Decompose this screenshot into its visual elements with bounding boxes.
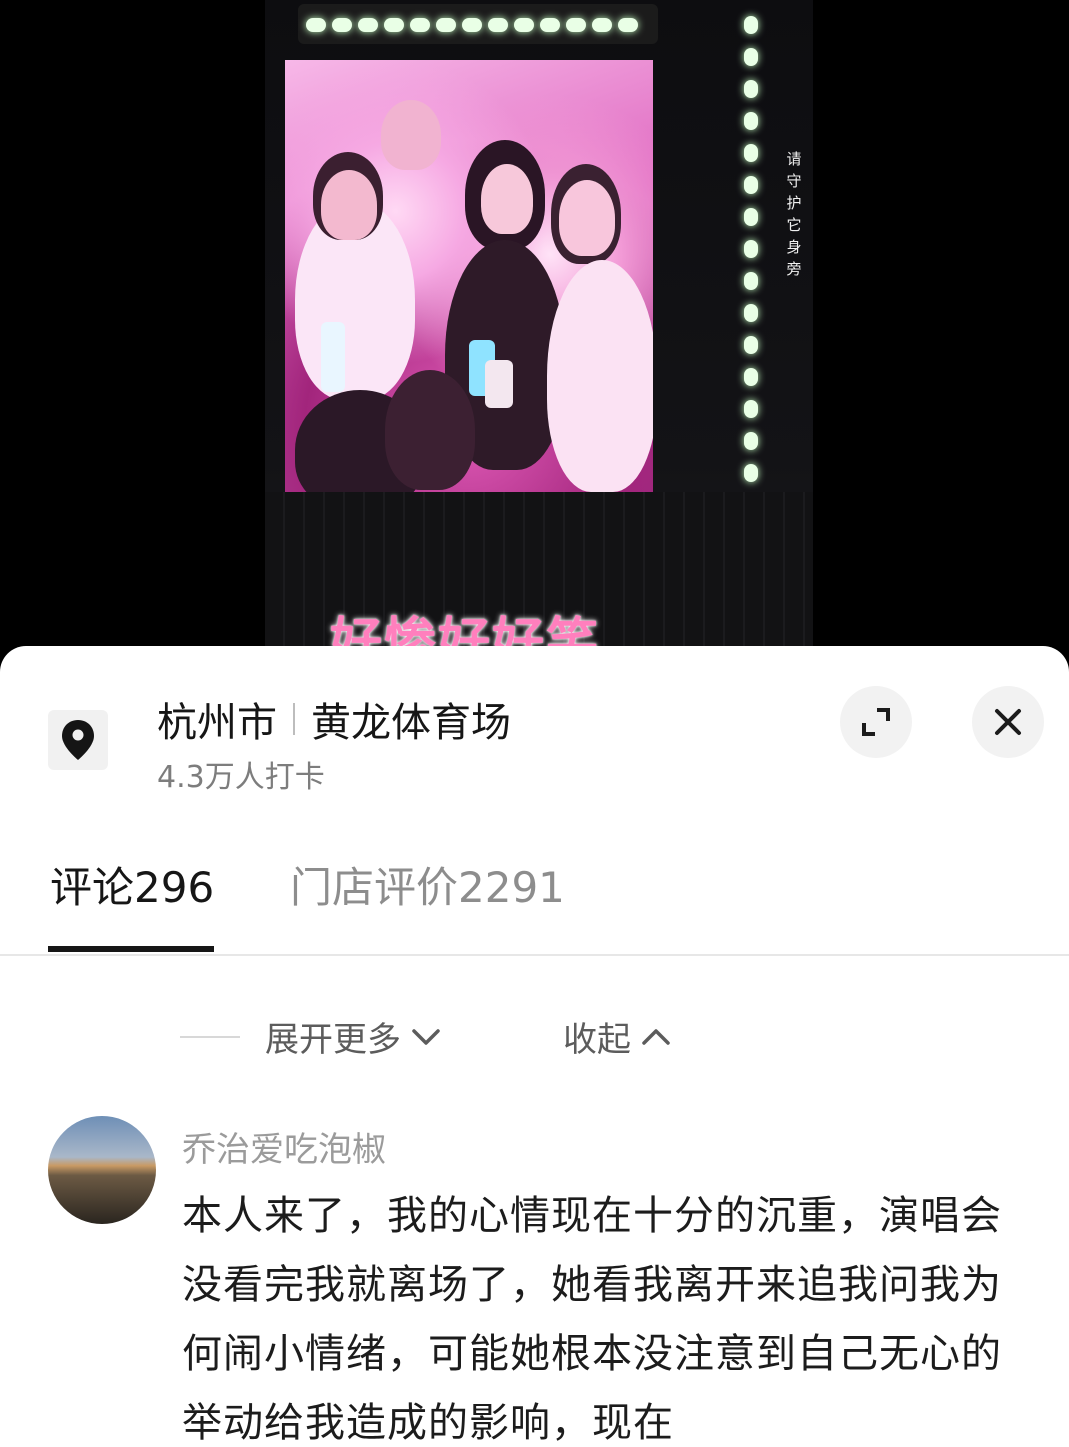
sheet-tabs: 评论296 门店评价2291 (0, 846, 1069, 956)
venue-name: 黄龙体育场 (311, 700, 511, 746)
expand-more-label: 展开更多 (265, 1020, 401, 1060)
stage-light-column (742, 16, 766, 486)
tab-comments-count: 296 (134, 863, 215, 912)
video-player[interactable]: 请守护它身旁 好惨好好笑 (0, 0, 1069, 700)
collapse-label: 收起 (563, 1020, 631, 1060)
close-icon (995, 709, 1021, 735)
active-tab-indicator (48, 946, 214, 952)
expand-button[interactable] (840, 686, 912, 758)
location-title[interactable]: 杭州市 黄龙体育场 (157, 690, 511, 748)
checkin-count: 4.3万人打卡 (157, 760, 325, 795)
tab-comments[interactable]: 评论296 (50, 854, 214, 915)
screen-side-text: 请守护它身旁 (786, 150, 802, 278)
collapse-button[interactable]: 收起 (563, 1012, 671, 1061)
close-button[interactable] (972, 686, 1044, 758)
avatar[interactable] (48, 1116, 156, 1224)
chevron-up-icon (642, 1028, 670, 1045)
tab-comments-label: 评论 (50, 863, 135, 912)
expand-icon (862, 708, 890, 736)
comment-text[interactable]: 本人来了，我的心情现在十分的沉重，演唱会没看完我就离场了，她看我离开来追我问我为… (182, 1182, 1002, 1447)
expand-more-button[interactable]: 展开更多 (265, 1012, 441, 1061)
location-sheet: 杭州市 黄龙体育场 4.3万人打卡 评论296 门店评价2291 展开更多 收起… (0, 646, 1069, 1447)
title-divider (293, 703, 295, 735)
chevron-down-icon (412, 1028, 440, 1045)
comment-author[interactable]: 乔治爱吃泡椒 (182, 1122, 386, 1171)
location-pin-icon (48, 710, 108, 770)
tab-store-reviews[interactable]: 门店评价2291 (290, 854, 565, 915)
tab-reviews-count: 2291 (458, 863, 565, 912)
city-name: 杭州市 (157, 700, 277, 746)
thread-divider (180, 1036, 240, 1038)
tab-reviews-label: 门店评价 (290, 863, 459, 912)
big-screen-crowd-image (285, 60, 653, 492)
reply-thread-controls: 展开更多 收起 (180, 1012, 880, 1062)
stage-light-bar (298, 4, 658, 44)
